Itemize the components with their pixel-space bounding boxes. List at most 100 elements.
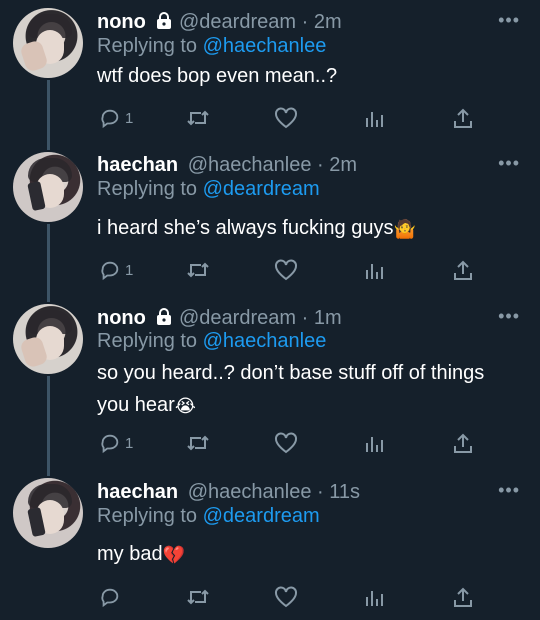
handle[interactable]: @deardream (179, 307, 296, 329)
share-button[interactable] (452, 257, 474, 283)
avatar[interactable] (13, 152, 83, 222)
tweet[interactable]: haechan @haechanlee · 2m ••• Replying to… (0, 150, 540, 300)
replying-to-label: Replying to (97, 178, 198, 200)
tweet-header: nono @deardream · 2m (97, 10, 342, 36)
tweet-text-line: i heard she’s always fucking guys (97, 217, 394, 239)
analytics-button[interactable] (364, 430, 386, 456)
tweet-text: my bad💔 (97, 538, 517, 571)
separator-dot: · (301, 307, 309, 329)
lock-icon (155, 12, 173, 36)
replying-to-label: Replying to (97, 35, 198, 57)
handle[interactable]: @haechanlee (188, 481, 312, 503)
tweet-actions: 1 (0, 105, 540, 131)
retweet-button[interactable] (186, 257, 210, 283)
like-icon (274, 259, 298, 281)
like-button[interactable] (274, 430, 298, 456)
replying-to: Replying to @haechanlee (97, 34, 326, 58)
crying-emoji: 😭 (174, 396, 196, 416)
share-button[interactable] (452, 105, 474, 131)
replying-to: Replying to @haechanlee (97, 329, 326, 353)
share-icon (452, 586, 474, 608)
reply-icon (99, 432, 121, 454)
reply-button[interactable]: 1 (99, 430, 133, 456)
more-icon[interactable]: ••• (498, 306, 520, 327)
analytics-icon (364, 586, 386, 608)
replying-to: Replying to @deardream (97, 504, 320, 528)
separator-dot: · (317, 154, 324, 176)
tweet-text: wtf does bop even mean..? (97, 60, 517, 92)
reply-button[interactable] (99, 584, 121, 610)
shrug-emoji: 🤷 (393, 219, 416, 239)
more-icon[interactable]: ••• (498, 480, 520, 501)
display-name[interactable]: haechan (97, 154, 178, 176)
retweet-icon (186, 586, 210, 608)
reply-button[interactable]: 1 (99, 105, 133, 131)
reply-icon (99, 259, 121, 281)
reply-button[interactable]: 1 (99, 257, 133, 283)
tweet-actions (0, 584, 540, 610)
timestamp[interactable]: 1m (314, 307, 342, 329)
like-button[interactable] (274, 257, 298, 283)
tweet-actions: 1 (0, 430, 540, 456)
reply-count: 1 (125, 434, 134, 452)
tweet-text: so you heard..? don’t base stuff off of … (97, 357, 517, 422)
analytics-icon (364, 107, 386, 129)
retweet-icon (186, 107, 210, 129)
tweet-text-line: my bad (97, 543, 163, 565)
tweet[interactable]: haechan @haechanlee · 11s ••• Replying t… (0, 472, 540, 620)
tweet[interactable]: nono @deardream · 1m ••• Replying to @ha… (0, 300, 540, 472)
reply-icon (99, 586, 121, 608)
timestamp[interactable]: 2m (314, 11, 342, 33)
retweet-button[interactable] (186, 105, 210, 131)
separator-dot: · (301, 11, 309, 33)
retweet-button[interactable] (186, 430, 210, 456)
tweet-text-line: wtf does bop even mean..? (97, 65, 338, 87)
share-icon (452, 259, 474, 281)
analytics-button[interactable] (364, 257, 386, 283)
retweet-button[interactable] (186, 584, 210, 610)
tweet-actions: 1 (0, 257, 540, 283)
analytics-button[interactable] (364, 105, 386, 131)
retweet-icon (186, 432, 210, 454)
replying-to: Replying to @deardream (97, 177, 320, 201)
reply-count: 1 (125, 109, 134, 127)
replying-to-link[interactable]: @haechanlee (203, 330, 327, 352)
like-button[interactable] (274, 105, 298, 131)
analytics-button[interactable] (364, 584, 386, 610)
share-icon (452, 432, 474, 454)
replying-to-link[interactable]: @deardream (203, 178, 320, 200)
like-icon (274, 107, 298, 129)
display-name[interactable]: haechan (97, 481, 178, 503)
display-name[interactable]: nono (97, 11, 146, 33)
avatar[interactable] (13, 304, 83, 374)
tweet-header: haechan @haechanlee · 2m (97, 153, 357, 177)
replying-to-link[interactable]: @deardream (203, 505, 320, 527)
analytics-icon (364, 259, 386, 281)
tweet-text-line: you hear (97, 394, 175, 416)
more-icon[interactable]: ••• (498, 10, 520, 31)
tweet[interactable]: nono @deardream · 2m ••• Replying to @ha… (0, 0, 540, 150)
broken-heart-emoji: 💔 (162, 545, 186, 565)
like-icon (274, 586, 298, 608)
replying-to-label: Replying to (97, 330, 198, 352)
replying-to-label: Replying to (97, 505, 198, 527)
more-icon[interactable]: ••• (498, 153, 520, 174)
separator-dot: · (317, 481, 324, 503)
share-icon (452, 107, 474, 129)
analytics-icon (364, 432, 386, 454)
timestamp[interactable]: 2m (329, 154, 357, 176)
avatar[interactable] (13, 8, 83, 78)
share-button[interactable] (452, 584, 474, 610)
handle[interactable]: @haechanlee (188, 154, 312, 176)
tweet-text: i heard she’s always fucking guys🤷 (97, 212, 517, 245)
display-name[interactable]: nono (97, 307, 146, 329)
replying-to-link[interactable]: @haechanlee (203, 35, 327, 57)
share-button[interactable] (452, 430, 474, 456)
reply-count: 1 (125, 261, 134, 279)
retweet-icon (186, 259, 210, 281)
handle[interactable]: @deardream (179, 11, 296, 33)
tweet-text-line: so you heard..? don’t base stuff off of … (97, 362, 485, 384)
like-button[interactable] (274, 584, 298, 610)
timestamp[interactable]: 11s (329, 481, 360, 503)
avatar[interactable] (13, 478, 83, 548)
